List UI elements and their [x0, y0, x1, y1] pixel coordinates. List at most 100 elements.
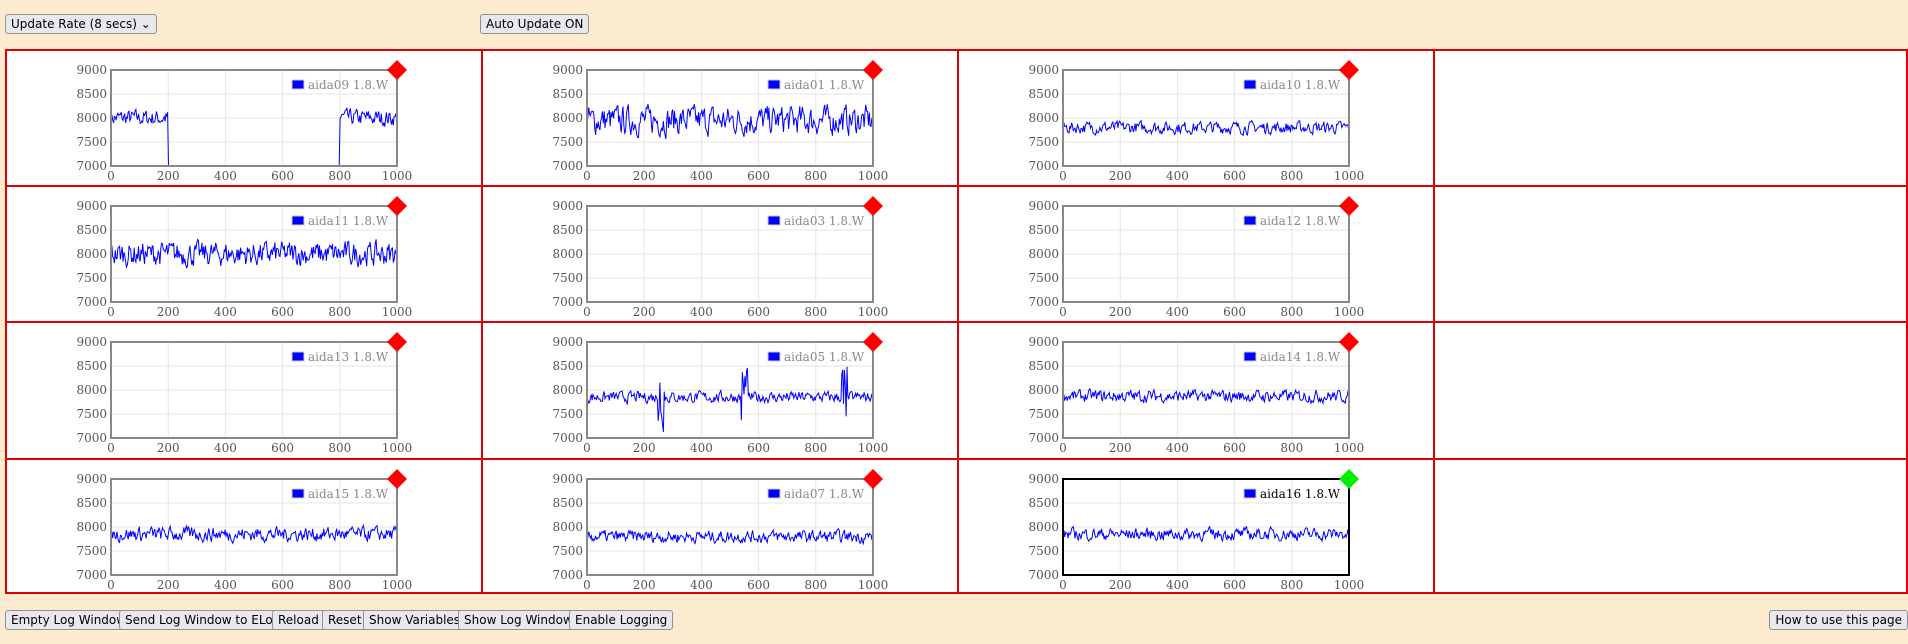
- y-tick-label: 7500: [76, 407, 107, 421]
- y-tick-label: 7500: [552, 544, 583, 558]
- chart-aida14[interactable]: 9000 8500 8000 7500 70000 200 400 600 800 1000 aid…: [959, 323, 1435, 459]
- y-tick-label: 7500: [552, 135, 583, 149]
- auto-update-button[interactable]: Auto Update ON: [480, 14, 590, 34]
- enable-logging-button[interactable]: Enable Logging: [569, 610, 674, 630]
- x-tick-label: 0: [107, 441, 115, 455]
- y-tick-label: 8000: [76, 247, 107, 261]
- x-tick-label: 800: [1280, 578, 1303, 592]
- y-tick-label: 8500: [552, 223, 583, 237]
- y-tick-label: 9000: [76, 472, 107, 486]
- y-tick-label: 7000: [76, 431, 107, 445]
- chart-aida10[interactable]: 9000 8500 8000 7500 70000 200 400 600 800 1000 aid…: [959, 51, 1435, 187]
- chart-aida09[interactable]: 9000 8500 8000 7500 70000 200 400 600 800 1000 aid…: [7, 51, 483, 187]
- legend-swatch: [767, 351, 781, 362]
- y-tick-label: 8000: [552, 247, 583, 261]
- x-tick-label: 800: [804, 441, 827, 455]
- chart-cell: 9000 8500 8000 7500 7000 0 200 400 600 800 1000 aid…: [959, 323, 1435, 460]
- x-tick-label: 200: [157, 169, 180, 183]
- x-tick-label: 200: [1109, 305, 1132, 319]
- reset-button[interactable]: Reset: [322, 610, 368, 630]
- y-tick-label: 9000: [1028, 472, 1059, 486]
- legend-label: aida10 1.8.W: [1260, 78, 1341, 92]
- y-tick-label: 7000: [1028, 431, 1059, 445]
- chart-aida13[interactable]: 9000 8500 8000 7500 70000 200 400 600 800 1000 aid…: [7, 323, 483, 459]
- status-alarm-diamond-icon: [863, 469, 883, 489]
- status-alarm-diamond-icon: [1339, 196, 1359, 216]
- x-tick-label: 800: [804, 305, 827, 319]
- legend-swatch: [291, 351, 305, 362]
- series-line: [1062, 387, 1350, 405]
- chart-cell: 9000 8500 8000 7500 7000 0 200 400 600 800 1000 aid…: [959, 460, 1435, 594]
- y-tick-label: 8500: [76, 359, 107, 373]
- x-tick-label: 0: [583, 169, 591, 183]
- x-tick-label: 800: [328, 441, 351, 455]
- y-tick-label: 7500: [1028, 271, 1059, 285]
- x-tick-label: 1000: [382, 578, 413, 592]
- y-tick-label: 7000: [1028, 568, 1059, 582]
- y-tick-label: 8500: [552, 359, 583, 373]
- y-tick-label: 7000: [552, 159, 583, 173]
- x-tick-label: 1000: [1334, 578, 1365, 592]
- x-tick-label: 400: [690, 441, 713, 455]
- x-tick-label: 600: [747, 578, 770, 592]
- update-rate-select[interactable]: Update Rate (8 secs) ⌄: [5, 14, 157, 34]
- legend-label: aida03 1.8.W: [784, 214, 865, 228]
- y-tick-label: 9000: [552, 63, 583, 77]
- x-tick-label: 0: [107, 169, 115, 183]
- y-tick-label: 8500: [1028, 359, 1059, 373]
- y-tick-label: 8500: [1028, 496, 1059, 510]
- x-tick-label: 200: [157, 305, 180, 319]
- chart-aida03[interactable]: 9000 8500 8000 7500 70000 200 400 600 800 1000 aid…: [483, 187, 959, 323]
- y-tick-label: 8500: [552, 496, 583, 510]
- y-tick-label: 7000: [552, 295, 583, 309]
- chart-cell: 9000 8500 8000 7500 7000 0 200 400 600 800 1000 aid…: [483, 323, 959, 460]
- status-alarm-diamond-icon: [863, 332, 883, 352]
- status-alarm-diamond-icon: [1339, 60, 1359, 80]
- show-variables-button[interactable]: Show Variables: [363, 610, 467, 630]
- chart-aida15[interactable]: 9000 8500 8000 7500 70000 200 400 600 800 1000 aid…: [7, 460, 483, 596]
- x-tick-label: 800: [328, 305, 351, 319]
- x-tick-label: 800: [328, 169, 351, 183]
- legend-label: aida01 1.8.W: [784, 78, 865, 92]
- series-line: [586, 366, 874, 432]
- legend-swatch: [1243, 351, 1257, 362]
- how-to-use-button[interactable]: How to use this page: [1769, 610, 1908, 630]
- x-tick-label: 1000: [382, 169, 413, 183]
- chart-aida05[interactable]: 9000 8500 8000 7500 70000 200 400 600 800 1000 aid…: [483, 323, 959, 459]
- x-tick-label: 1000: [382, 441, 413, 455]
- y-tick-label: 8500: [552, 87, 583, 101]
- x-tick-label: 0: [583, 441, 591, 455]
- y-tick-label: 9000: [1028, 63, 1059, 77]
- y-tick-label: 7500: [1028, 135, 1059, 149]
- x-tick-label: 400: [690, 169, 713, 183]
- chart-aida16[interactable]: 9000 8500 8000 7500 70000 200 400 600 800 1000 aid…: [959, 460, 1435, 596]
- y-tick-label: 8000: [1028, 247, 1059, 261]
- x-tick-label: 0: [1059, 578, 1067, 592]
- y-tick-label: 7000: [76, 295, 107, 309]
- update-rate-label: Update Rate (8 secs): [11, 17, 137, 31]
- legend-label: aida14 1.8.W: [1260, 350, 1341, 364]
- empty-cell: [1435, 51, 1908, 187]
- y-tick-label: 8500: [76, 223, 107, 237]
- send-log-elog-button[interactable]: Send Log Window to ELog: [119, 610, 287, 630]
- x-tick-label: 1000: [858, 578, 889, 592]
- show-log-window-button[interactable]: Show Log Window: [458, 610, 579, 630]
- chart-aida01[interactable]: 9000 8500 8000 7500 70000 200 400 600 800 1000 aid…: [483, 51, 959, 187]
- empty-log-button[interactable]: Empty Log Window: [5, 610, 133, 630]
- chart-aida07[interactable]: 9000 8500 8000 7500 70000 200 400 600 800 1000 aid…: [483, 460, 959, 596]
- x-tick-label: 1000: [1334, 305, 1365, 319]
- x-tick-label: 400: [690, 305, 713, 319]
- y-tick-label: 7500: [76, 544, 107, 558]
- y-tick-label: 9000: [1028, 335, 1059, 349]
- chart-aida11[interactable]: 9000 8500 8000 7500 70000 200 400 600 800 1000 aid…: [7, 187, 483, 323]
- legend-label: aida15 1.8.W: [308, 487, 389, 501]
- y-tick-label: 9000: [76, 199, 107, 213]
- y-tick-label: 8000: [76, 111, 107, 125]
- reload-button[interactable]: Reload: [272, 610, 325, 630]
- y-tick-label: 7500: [1028, 544, 1059, 558]
- legend-swatch: [767, 79, 781, 90]
- y-tick-label: 8000: [552, 520, 583, 534]
- x-tick-label: 1000: [858, 441, 889, 455]
- y-tick-label: 7500: [1028, 407, 1059, 421]
- chart-aida12[interactable]: 9000 8500 8000 7500 70000 200 400 600 800 1000 aid…: [959, 187, 1435, 323]
